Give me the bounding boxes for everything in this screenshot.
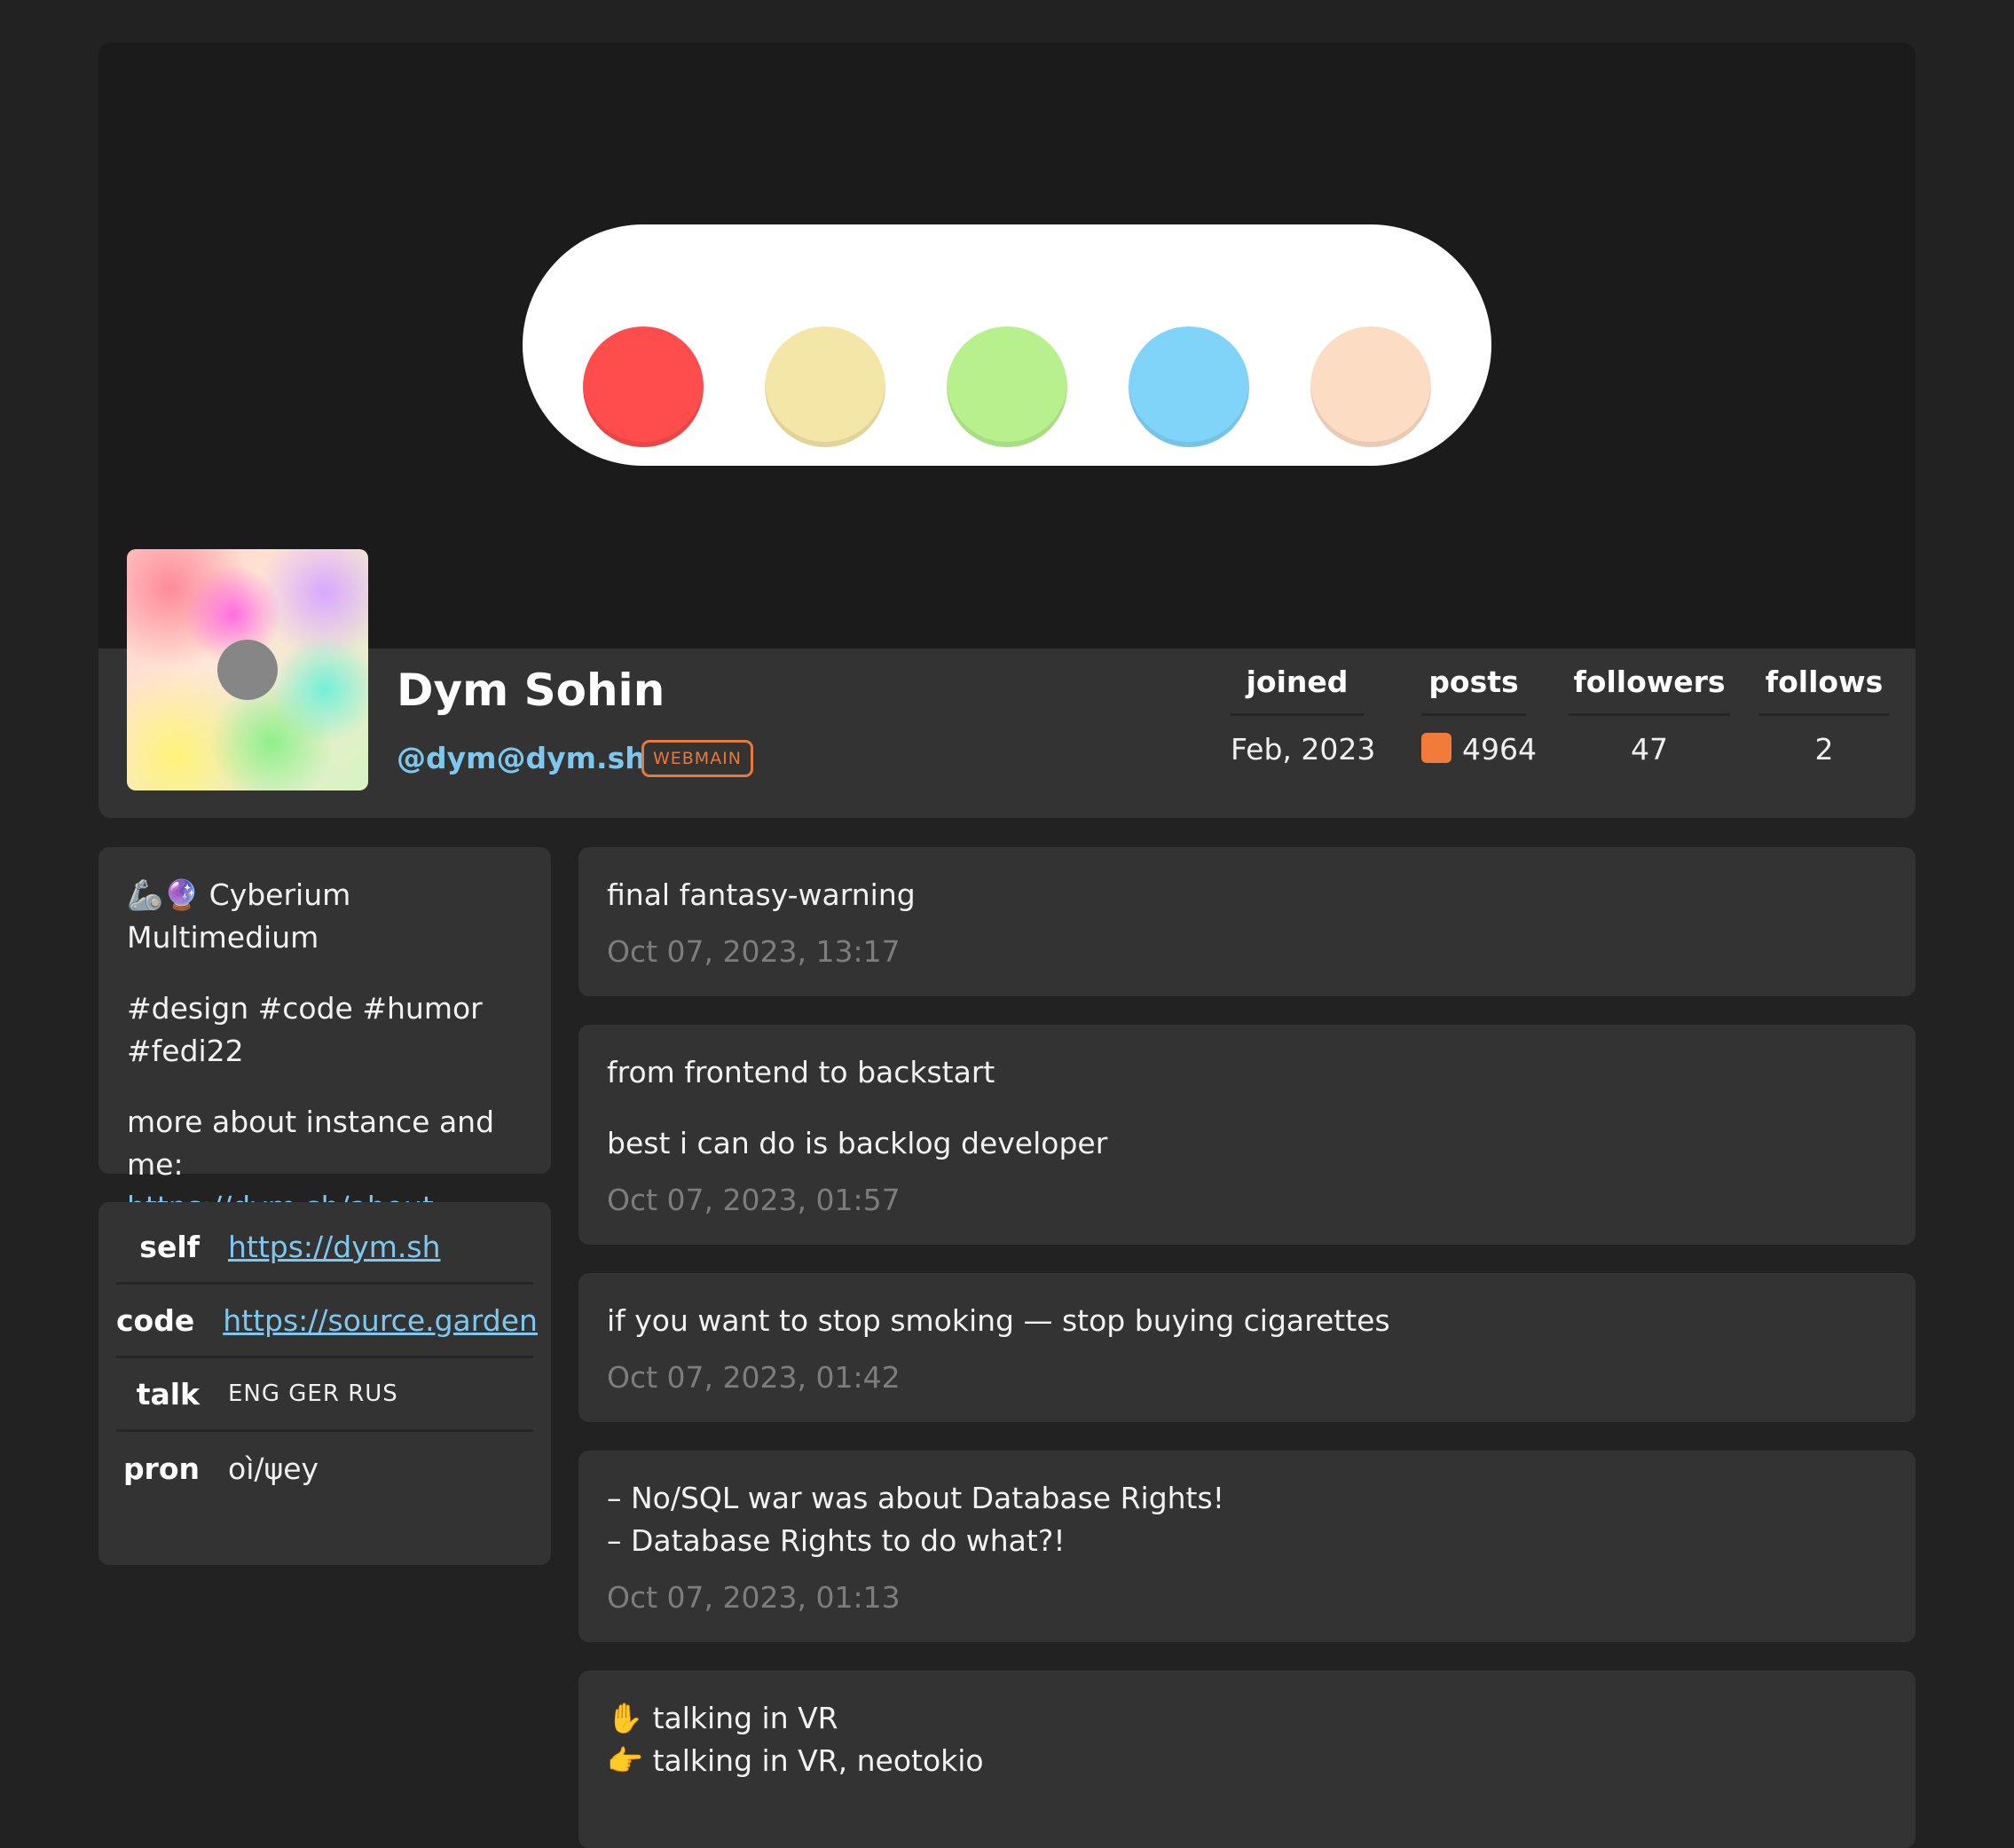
banner-dot-green <box>947 326 1067 447</box>
post-text: – No/SQL war was about Database Rights! <box>607 1481 1224 1515</box>
post-timestamp[interactable]: Oct 07, 2023, 01:42 <box>607 1357 1887 1399</box>
stat-posts-label: posts <box>1421 664 1526 716</box>
stat-follows[interactable]: follows 2 <box>1758 664 1890 767</box>
field-row-talk: talk ENG GER RUS <box>116 1358 533 1432</box>
stat-followers[interactable]: followers 47 <box>1569 664 1730 767</box>
post-card[interactable]: from frontend to backstart best i can do… <box>578 1025 1916 1245</box>
field-key: pron <box>122 1451 200 1486</box>
post-text: if you want to stop smoking — stop buyin… <box>607 1303 1390 1338</box>
field-key: code <box>116 1302 195 1338</box>
account-handle[interactable]: @dym@dym.sh <box>397 741 646 775</box>
post-card[interactable]: ✋ talking in VR 👉 talking in VR, neotoki… <box>578 1671 1916 1848</box>
stat-posts-value-wrap: 4964 <box>1421 732 1537 767</box>
post-card[interactable]: final fantasy-warning Oct 07, 2023, 13:1… <box>578 847 1916 996</box>
role-badge: WEBMAIN <box>641 740 753 777</box>
profile-page: Dym Sohin @dym@dym.sh WEBMAIN joined Feb… <box>98 43 1916 1848</box>
stat-followers-value: 47 <box>1631 732 1668 767</box>
banner-dot-yellow <box>765 326 885 447</box>
field-key: talk <box>136 1376 200 1412</box>
stat-posts[interactable]: posts 4964 <box>1421 664 1537 767</box>
post-text: – Database Rights to do what?! <box>607 1523 1066 1558</box>
bio-tagline: 🦾🔮 Cyberium Multimedium <box>127 877 351 955</box>
avatar[interactable] <box>127 549 368 790</box>
profile-banner <box>98 43 1916 649</box>
field-link-code[interactable]: https://source.garden <box>223 1303 538 1338</box>
profile-header: Dym Sohin @dym@dym.sh WEBMAIN joined Feb… <box>98 549 1916 818</box>
field-value-talk: ENG GER RUS <box>228 1380 398 1407</box>
stat-posts-value: 4964 <box>1462 732 1537 767</box>
field-value-pron: oì/ψey <box>228 1451 319 1486</box>
banner-dot-blue <box>1129 326 1249 447</box>
stat-followers-label: followers <box>1569 664 1730 716</box>
stat-follows-value: 2 <box>1814 732 1834 767</box>
post-text: final fantasy-warning <box>607 877 916 912</box>
field-row-code: code https://source.garden <box>116 1285 538 1358</box>
banner-dot-peach <box>1310 326 1431 447</box>
post-timestamp[interactable]: Oct 07, 2023, 01:57 <box>607 1179 1887 1222</box>
field-key: self <box>139 1229 200 1264</box>
bio-more-text: more about instance and me: <box>127 1105 495 1182</box>
stat-joined-value: Feb, 2023 <box>1231 732 1376 767</box>
bio-tags: #design #code #humor #fedi22 <box>127 991 483 1068</box>
display-name: Dym Sohin <box>397 664 665 716</box>
post-timestamp[interactable]: Oct 07, 2023, 01:13 <box>607 1577 1887 1619</box>
about-card: 🦾🔮 Cyberium Multimedium #design #code #h… <box>98 847 551 1224</box>
avatar-center-dot <box>217 640 278 700</box>
post-text: from frontend to backstart <box>607 1055 995 1089</box>
banner-pill <box>523 224 1491 466</box>
post-card[interactable]: if you want to stop smoking — stop buyin… <box>578 1273 1916 1422</box>
post-timestamp[interactable]: Oct 07, 2023, 13:17 <box>607 931 1887 973</box>
banner-dot-red <box>583 326 704 447</box>
rss-feed-icon[interactable] <box>1421 733 1451 763</box>
post-text: best i can do is backlog developer <box>607 1126 1108 1160</box>
field-row-pron: pron oì/ψey <box>116 1432 533 1506</box>
stat-joined-label: joined <box>1231 664 1364 716</box>
stat-joined: joined Feb, 2023 <box>1231 664 1376 767</box>
field-link-self[interactable]: https://dym.sh <box>228 1230 441 1264</box>
field-row-self: self https://dym.sh <box>116 1211 533 1285</box>
post-text: ✋ talking in VR <box>607 1701 838 1735</box>
stat-follows-label: follows <box>1758 664 1890 716</box>
post-card[interactable]: – No/SQL war was about Database Rights! … <box>578 1451 1916 1642</box>
post-text: 👉 talking in VR, neotokio <box>607 1743 984 1778</box>
profile-fields-card: self https://dym.sh code https://source.… <box>98 1202 551 1565</box>
